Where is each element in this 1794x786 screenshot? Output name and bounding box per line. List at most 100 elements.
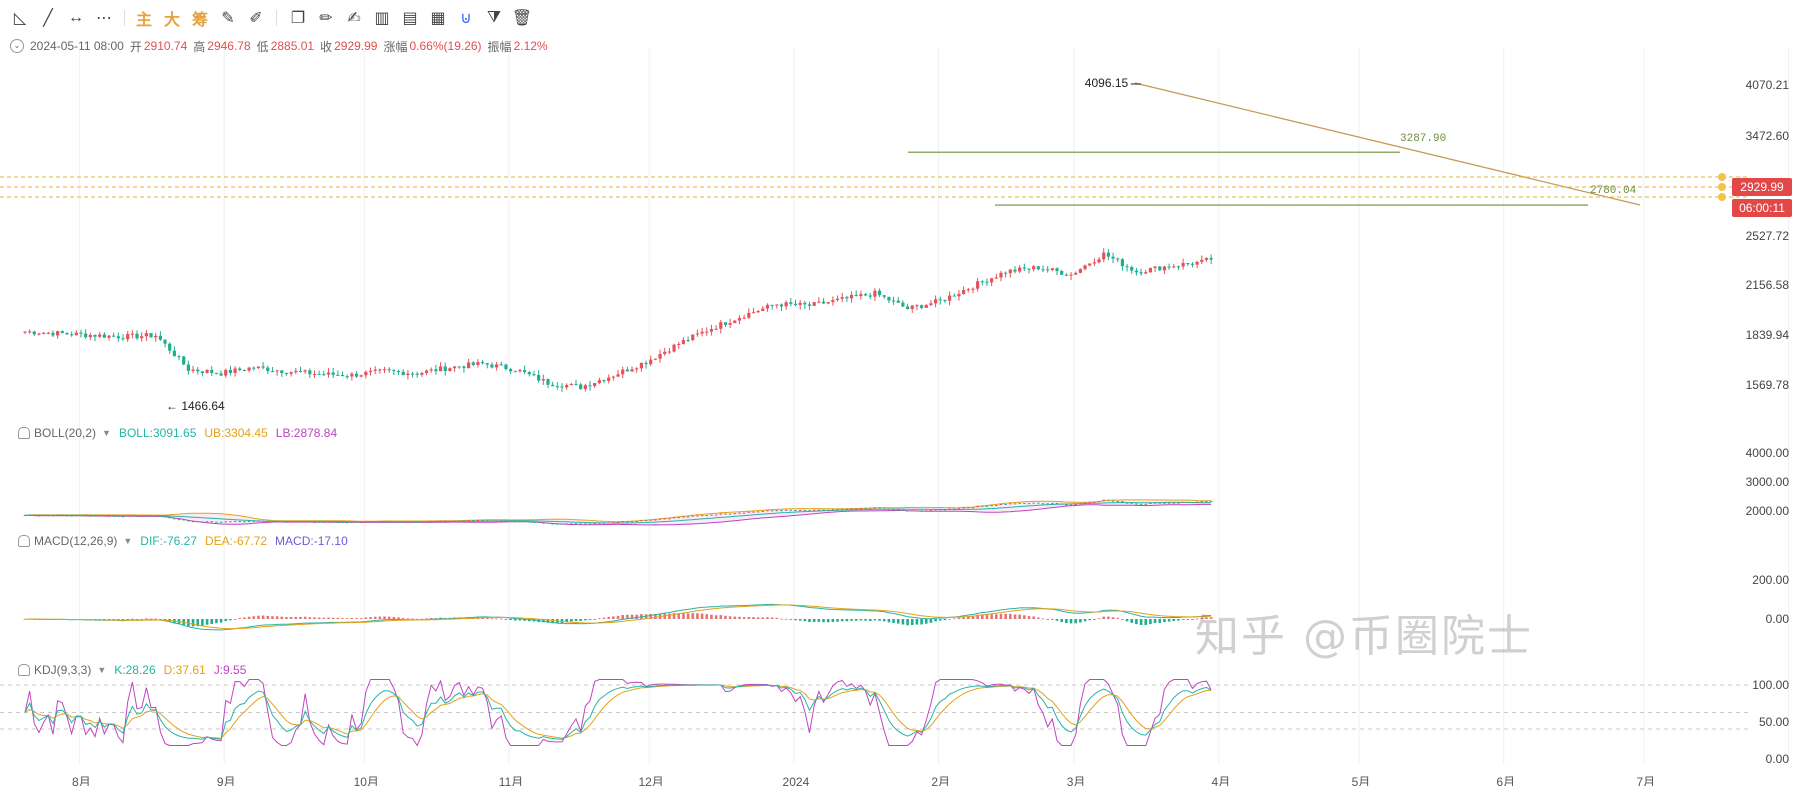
- macd-bar: [1191, 619, 1194, 620]
- candle-body: [177, 356, 181, 358]
- bell-icon[interactable]: [18, 535, 30, 547]
- boll-mini-candle: [42, 515, 45, 517]
- price-chart[interactable]: 4096.15 ← 1466.64 3287.90 2780.04 4070.21 347…: [0, 0, 1794, 786]
- macd-bar: [831, 619, 835, 623]
- candle-body: [116, 336, 120, 339]
- boll-mini-candle: [444, 520, 447, 522]
- macd-bar: [261, 615, 265, 619]
- candle-body: [112, 335, 116, 337]
- macd-bar: [1130, 619, 1134, 623]
- boll-ub-value: UB:3304.45: [204, 426, 268, 440]
- macd-bar: [224, 619, 228, 622]
- high-annotation: 4096.15: [1085, 76, 1129, 90]
- boll-mini-candle: [920, 510, 923, 512]
- candle-body: [79, 332, 83, 334]
- chevron-down-icon[interactable]: ▼: [102, 428, 111, 438]
- boll-mini-candle: [238, 521, 241, 523]
- boll-mini-candle: [121, 516, 125, 518]
- boll-mini-candle: [374, 521, 377, 523]
- boll-mini-candle: [1046, 503, 1049, 505]
- candle-body: [107, 335, 111, 338]
- macd-bar: [570, 619, 573, 622]
- alert-marker: [1718, 193, 1726, 201]
- candle-body: [154, 335, 158, 338]
- boll-mini-candle: [1181, 501, 1185, 503]
- candle-body: [976, 281, 980, 289]
- boll-mini-candle: [135, 515, 139, 517]
- boll-mini-candle: [1195, 501, 1199, 503]
- candle-body: [340, 375, 345, 377]
- candle-body: [1120, 259, 1124, 267]
- macd-bar: [1055, 619, 1059, 621]
- chevron-down-icon[interactable]: ▼: [97, 665, 106, 675]
- x-axis-label: 9月: [217, 775, 236, 786]
- macd-bar: [308, 617, 312, 619]
- candle-body: [705, 331, 709, 333]
- candle-body: [443, 366, 447, 372]
- bell-icon[interactable]: [18, 427, 30, 439]
- boll-mini-candle: [1205, 500, 1208, 502]
- boll-mini-candle: [855, 508, 858, 510]
- boll-mini-candle: [770, 510, 774, 512]
- boll-mini-candle: [490, 520, 494, 522]
- macd-bar: [593, 619, 596, 620]
- candle-body: [686, 340, 690, 342]
- candle-body: [401, 371, 405, 376]
- boll-mini-candle: [1209, 500, 1213, 502]
- candle-body: [826, 302, 830, 304]
- boll-mini-candle: [1116, 500, 1119, 502]
- macd-bar: [373, 616, 377, 619]
- boll-mini-candle: [710, 514, 713, 516]
- macd-bar: [401, 618, 405, 619]
- macd-bar: [850, 619, 853, 621]
- candle-body: [793, 303, 798, 305]
- candle-body: [649, 359, 653, 365]
- boll-mini-candle: [233, 521, 237, 523]
- candle-body: [196, 369, 200, 372]
- boll-mini-candle: [584, 523, 587, 525]
- candle-body: [495, 364, 499, 368]
- macd-bar: [1051, 619, 1054, 620]
- boll-mini-candle: [313, 521, 316, 523]
- boll-mini-candle: [957, 508, 961, 510]
- boll-mini-candle: [1088, 502, 1091, 504]
- candle-body: [158, 335, 162, 340]
- price-axis-label: 2527.72: [1746, 229, 1790, 243]
- macd-bar: [868, 619, 872, 622]
- boll-mini-candle: [696, 515, 699, 517]
- macd-bar: [920, 619, 923, 625]
- boll-mini-candle: [103, 515, 106, 517]
- bell-icon[interactable]: [18, 664, 30, 676]
- candle-body: [541, 379, 545, 381]
- boll-mini-candle: [271, 521, 274, 523]
- candle-body: [205, 369, 209, 373]
- candle-body: [1111, 256, 1115, 259]
- macd-bar: [808, 619, 811, 622]
- candle-body: [962, 290, 966, 295]
- macd-bar: [1009, 613, 1012, 619]
- boll-mini-candle: [416, 521, 419, 523]
- macd-bar: [210, 619, 214, 624]
- macd-bar: [873, 619, 877, 621]
- chevron-down-icon[interactable]: ▼: [123, 536, 132, 546]
- candle-body: [1116, 258, 1120, 260]
- boll-mini-candle: [107, 515, 111, 517]
- x-axis-label: 2024: [783, 775, 810, 786]
- candle-body: [537, 374, 541, 381]
- boll-mini-candle: [1027, 503, 1031, 505]
- candle-body: [1204, 257, 1209, 260]
- candle-body: [1083, 265, 1087, 270]
- candle-body: [359, 375, 363, 377]
- boll-mini-candle: [794, 510, 797, 512]
- macd-bar: [696, 613, 699, 619]
- countdown-text: 06:00:11: [1739, 201, 1785, 215]
- boll-mini-candle: [728, 513, 732, 515]
- candle-body: [551, 384, 555, 387]
- candle-body: [700, 331, 704, 334]
- macd-bar: [490, 618, 494, 620]
- boll-mini-candle: [1121, 501, 1124, 503]
- macd-bar: [724, 615, 727, 619]
- candle-body: [429, 369, 433, 371]
- macd-bar: [892, 619, 895, 623]
- macd-bar: [686, 613, 690, 619]
